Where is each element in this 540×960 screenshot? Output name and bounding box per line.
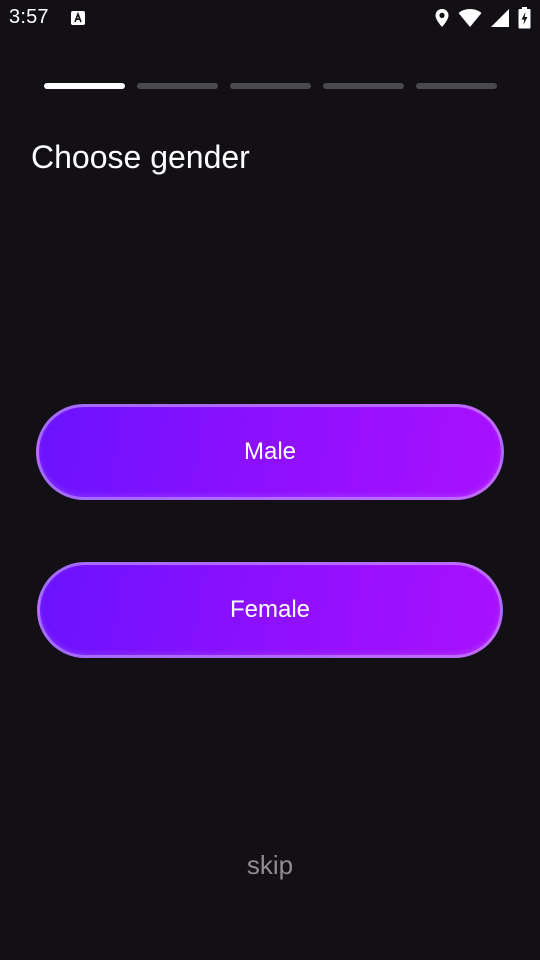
female-button[interactable]: Female: [37, 562, 503, 658]
wifi-icon: [458, 8, 482, 28]
male-button[interactable]: Male: [36, 404, 504, 500]
progress-step-1: [44, 83, 125, 89]
battery-charging-icon: [518, 7, 531, 29]
skip-button[interactable]: skip: [0, 850, 540, 881]
male-button-label: Male: [243, 438, 297, 465]
progress-step-5: [416, 83, 497, 89]
location-icon: [434, 8, 450, 28]
onboarding-progress: [44, 83, 497, 91]
page-title: Choose gender: [31, 139, 250, 175]
female-button-label: Female: [229, 596, 311, 623]
status-bar: 3:57: [0, 0, 540, 36]
status-time: 3:57: [9, 6, 49, 28]
progress-step-4: [323, 83, 404, 89]
status-icons: [434, 7, 531, 29]
signal-icon: [490, 8, 510, 28]
progress-step-2: [137, 83, 218, 89]
progress-step-3: [230, 83, 311, 89]
notification-a-icon: [70, 10, 86, 26]
